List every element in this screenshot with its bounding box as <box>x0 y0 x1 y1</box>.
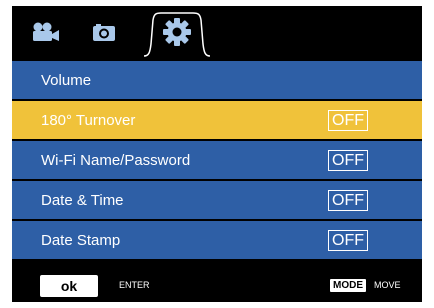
menu-item-wifi-name-password[interactable]: Wi-Fi Name/Password OFF <box>12 141 422 181</box>
footer-hint-bar: ok ENTER MODE MOVE <box>12 268 422 302</box>
toggle-value[interactable]: OFF <box>328 190 368 211</box>
menu-item-180-turnover[interactable]: 180° Turnover OFF <box>12 101 422 141</box>
selected-tab-outline <box>143 12 211 57</box>
menu-item-label: 180° Turnover <box>41 112 136 129</box>
mode-button[interactable]: MODE <box>330 279 366 292</box>
tab-settings[interactable] <box>142 10 212 63</box>
camera-settings-screen: Volume 180° Turnover OFF Wi-Fi Name/Pass… <box>12 6 422 302</box>
toggle-value[interactable]: OFF <box>328 230 368 251</box>
menu-item-date-stamp[interactable]: Date Stamp OFF <box>12 221 422 261</box>
tab-bar <box>12 6 422 59</box>
menu-item-label: Date & Time <box>41 192 124 209</box>
menu-item-label: Date Stamp <box>41 232 121 249</box>
menu-item-label: Wi-Fi Name/Password <box>41 152 191 169</box>
photo-camera-icon <box>93 24 115 41</box>
move-hint: MOVE <box>374 280 401 290</box>
gear-icon <box>163 18 191 46</box>
toggle-value[interactable]: OFF <box>328 110 368 131</box>
ok-button[interactable]: ok <box>40 275 98 297</box>
menu-item-date-time[interactable]: Date & Time OFF <box>12 181 422 221</box>
settings-menu: Volume 180° Turnover OFF Wi-Fi Name/Pass… <box>12 61 422 261</box>
toggle-value[interactable]: OFF <box>328 150 368 171</box>
menu-item-volume[interactable]: Volume <box>12 61 422 101</box>
menu-item-label: Volume <box>41 72 92 89</box>
enter-hint: ENTER <box>119 280 150 290</box>
video-camera-icon <box>33 22 59 41</box>
